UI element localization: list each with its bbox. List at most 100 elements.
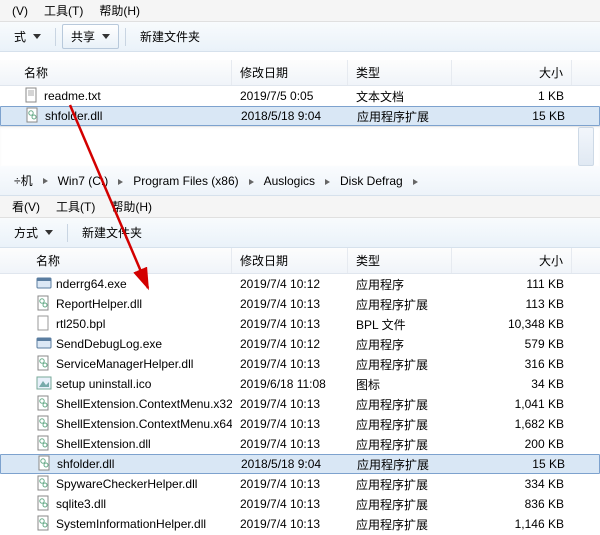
file-type: BPL 文件 bbox=[348, 315, 452, 334]
file-date: 2019/7/5 0:05 bbox=[232, 88, 348, 104]
crumb-computer[interactable]: ÷机 bbox=[8, 170, 39, 191]
file-name: rtl250.bpl bbox=[56, 317, 105, 331]
chevron-right-icon bbox=[325, 179, 330, 185]
file-row[interactable]: rtl250.bpl2019/7/4 10:13BPL 文件10,348 KB bbox=[0, 314, 600, 334]
file-row[interactable]: shfolder.dll2018/5/18 9:04应用程序扩展15 KB bbox=[0, 106, 600, 126]
file-row[interactable]: SystemInformationHelper.dll2019/7/4 10:1… bbox=[0, 514, 600, 534]
file-type: 应用程序 bbox=[348, 335, 452, 354]
crumb-item[interactable]: Program Files (x86) bbox=[127, 172, 244, 190]
file-icon bbox=[36, 475, 52, 494]
menu-help[interactable]: 帮助(H) bbox=[91, 0, 148, 21]
file-icon bbox=[36, 315, 52, 334]
separator bbox=[67, 224, 68, 242]
file-row[interactable]: SendDebugLog.exe2019/7/4 10:12应用程序579 KB bbox=[0, 334, 600, 354]
top-menubar: (V) 工具(T) 帮助(H) bbox=[0, 0, 600, 22]
file-name: readme.txt bbox=[44, 89, 101, 103]
dropdown-icon bbox=[102, 34, 110, 39]
file-icon bbox=[36, 355, 52, 374]
separator bbox=[55, 28, 56, 46]
file-icon bbox=[36, 375, 52, 394]
file-size: 34 KB bbox=[452, 376, 572, 392]
breadcrumb: ÷机 Win7 (C:) Program Files (x86) Auslogics… bbox=[0, 166, 600, 196]
crumb-item[interactable]: Win7 (C:) bbox=[52, 172, 115, 190]
file-name: ReportHelper.dll bbox=[56, 297, 142, 311]
top-file-list[interactable]: readme.txt2019/7/5 0:05文本文档1 KBshfolder.… bbox=[0, 86, 600, 126]
file-row[interactable]: setup uninstall.ico2019/6/18 11:08图标34 K… bbox=[0, 374, 600, 394]
menu-tools[interactable]: 工具(T) bbox=[48, 196, 103, 217]
file-row[interactable]: ShellExtension.ContextMenu.x32.dll2019/7… bbox=[0, 394, 600, 414]
file-row[interactable]: nderrg64.exe2019/7/4 10:12应用程序111 KB bbox=[0, 274, 600, 294]
file-type: 应用程序扩展 bbox=[348, 395, 452, 414]
file-date: 2019/7/4 10:13 bbox=[232, 436, 348, 452]
dropdown-icon bbox=[45, 230, 53, 235]
col-header-date[interactable]: 修改日期 bbox=[232, 248, 348, 273]
col-header-size[interactable]: 大小 bbox=[452, 248, 572, 273]
bottom-column-headers: 名称 修改日期 类型 大小 bbox=[0, 248, 600, 274]
top-column-headers: 名称 修改日期 类型 大小 bbox=[0, 60, 600, 86]
chevron-right-icon bbox=[118, 179, 123, 185]
file-row[interactable]: sqlite3.dll2019/7/4 10:13应用程序扩展836 KB bbox=[0, 494, 600, 514]
file-icon bbox=[36, 435, 52, 454]
file-size: 15 KB bbox=[453, 108, 573, 124]
file-type: 应用程序扩展 bbox=[349, 107, 453, 126]
file-date: 2019/7/4 10:13 bbox=[232, 416, 348, 432]
file-date: 2019/7/4 10:12 bbox=[232, 336, 348, 352]
menu-view[interactable]: (V) bbox=[4, 2, 36, 20]
file-type: 应用程序扩展 bbox=[348, 495, 452, 514]
bottom-toolbar: 方式 新建文件夹 bbox=[0, 218, 600, 248]
window-gap bbox=[0, 126, 600, 166]
new-folder-button[interactable]: 新建文件夹 bbox=[132, 25, 208, 48]
chevron-right-icon bbox=[249, 179, 254, 185]
file-row[interactable]: SpywareCheckerHelper.dll2019/7/4 10:13应用… bbox=[0, 474, 600, 494]
file-name: nderrg64.exe bbox=[56, 277, 127, 291]
col-header-date[interactable]: 修改日期 bbox=[232, 60, 348, 85]
file-name: SystemInformationHelper.dll bbox=[56, 517, 206, 531]
col-header-type[interactable]: 类型 bbox=[348, 60, 452, 85]
bottom-file-list[interactable]: nderrg64.exe2019/7/4 10:12应用程序111 KB Repo… bbox=[0, 274, 600, 534]
file-size: 1,041 KB bbox=[452, 396, 572, 412]
file-date: 2019/7/4 10:13 bbox=[232, 496, 348, 512]
file-icon bbox=[36, 515, 52, 534]
file-row[interactable]: ReportHelper.dll2019/7/4 10:13应用程序扩展113 … bbox=[0, 294, 600, 314]
file-icon bbox=[25, 107, 41, 126]
file-type: 应用程序扩展 bbox=[348, 475, 452, 494]
file-icon bbox=[24, 87, 40, 106]
col-header-name[interactable]: 名称 bbox=[0, 60, 232, 85]
crumb-item[interactable]: Auslogics bbox=[258, 172, 321, 190]
file-icon bbox=[37, 455, 53, 474]
file-size: 1,682 KB bbox=[452, 416, 572, 432]
new-folder-button[interactable]: 新建文件夹 bbox=[74, 221, 150, 244]
menu-view[interactable]: 看(V) bbox=[4, 196, 48, 217]
file-row[interactable]: readme.txt2019/7/5 0:05文本文档1 KB bbox=[0, 86, 600, 106]
organize-button[interactable]: 式 bbox=[6, 25, 49, 48]
file-date: 2019/7/4 10:13 bbox=[232, 296, 348, 312]
menu-help[interactable]: 帮助(H) bbox=[103, 196, 160, 217]
file-size: 316 KB bbox=[452, 356, 572, 372]
file-name: ServiceManagerHelper.dll bbox=[56, 357, 193, 371]
file-type: 应用程序扩展 bbox=[348, 415, 452, 434]
file-name: shfolder.dll bbox=[57, 457, 114, 471]
file-date: 2019/7/4 10:13 bbox=[232, 316, 348, 332]
file-icon bbox=[36, 495, 52, 514]
file-name: ShellExtension.ContextMenu.x32.dll bbox=[56, 397, 232, 411]
file-icon bbox=[36, 335, 52, 354]
file-type: 应用程序扩展 bbox=[348, 295, 452, 314]
col-header-size[interactable]: 大小 bbox=[452, 60, 572, 85]
file-name: ShellExtension.dll bbox=[56, 437, 151, 451]
top-toolbar: 式 共享 新建文件夹 bbox=[0, 22, 600, 52]
file-row[interactable]: ServiceManagerHelper.dll2019/7/4 10:13应用… bbox=[0, 354, 600, 374]
col-header-name[interactable]: 名称 bbox=[0, 248, 232, 273]
organize-button[interactable]: 方式 bbox=[6, 221, 61, 244]
file-name: shfolder.dll bbox=[45, 109, 102, 123]
file-row[interactable]: shfolder.dll2018/5/18 9:04应用程序扩展15 KB bbox=[0, 454, 600, 474]
file-type: 应用程序扩展 bbox=[349, 455, 453, 474]
crumb-item[interactable]: Disk Defrag bbox=[334, 172, 409, 190]
file-row[interactable]: ShellExtension.dll2019/7/4 10:13应用程序扩展20… bbox=[0, 434, 600, 454]
bottom-menubar: 看(V) 工具(T) 帮助(H) bbox=[0, 196, 600, 218]
share-button[interactable]: 共享 bbox=[62, 24, 119, 49]
file-name: SendDebugLog.exe bbox=[56, 337, 162, 351]
col-header-type[interactable]: 类型 bbox=[348, 248, 452, 273]
file-type: 文本文档 bbox=[348, 87, 452, 106]
menu-tools[interactable]: 工具(T) bbox=[36, 0, 91, 21]
file-row[interactable]: ShellExtension.ContextMenu.x64.dll2019/7… bbox=[0, 414, 600, 434]
